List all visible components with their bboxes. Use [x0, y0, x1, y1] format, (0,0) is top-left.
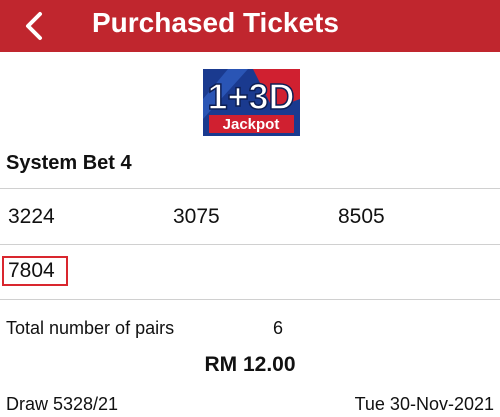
ticket-number: 3224: [8, 205, 55, 228]
total-amount: RM 12.00: [204, 353, 296, 376]
ticket-number: 7804: [8, 259, 55, 282]
app-header: Purchased Tickets: [0, 0, 500, 52]
divider: [0, 188, 500, 189]
page-title: Purchased Tickets: [92, 7, 339, 38]
pairs-value: 6: [273, 318, 284, 338]
logo-sub-text: Jackpot: [223, 116, 280, 133]
ticket-number: 8505: [338, 205, 385, 228]
ticket-number: 3075: [173, 205, 220, 228]
bet-type-title: System Bet 4: [6, 152, 132, 174]
back-button[interactable]: [14, 6, 54, 46]
divider: [0, 299, 500, 300]
draw-number: Draw 5328/21: [6, 394, 119, 414]
draw-date: Tue 30-Nov-2021: [354, 394, 494, 414]
jackpot-logo: 1+3D Jackpot: [203, 69, 300, 136]
chevron-left-icon: [26, 12, 42, 40]
divider: [0, 244, 500, 245]
logo-main-text: 1+3D: [207, 76, 294, 117]
pairs-label: Total number of pairs: [6, 318, 175, 338]
